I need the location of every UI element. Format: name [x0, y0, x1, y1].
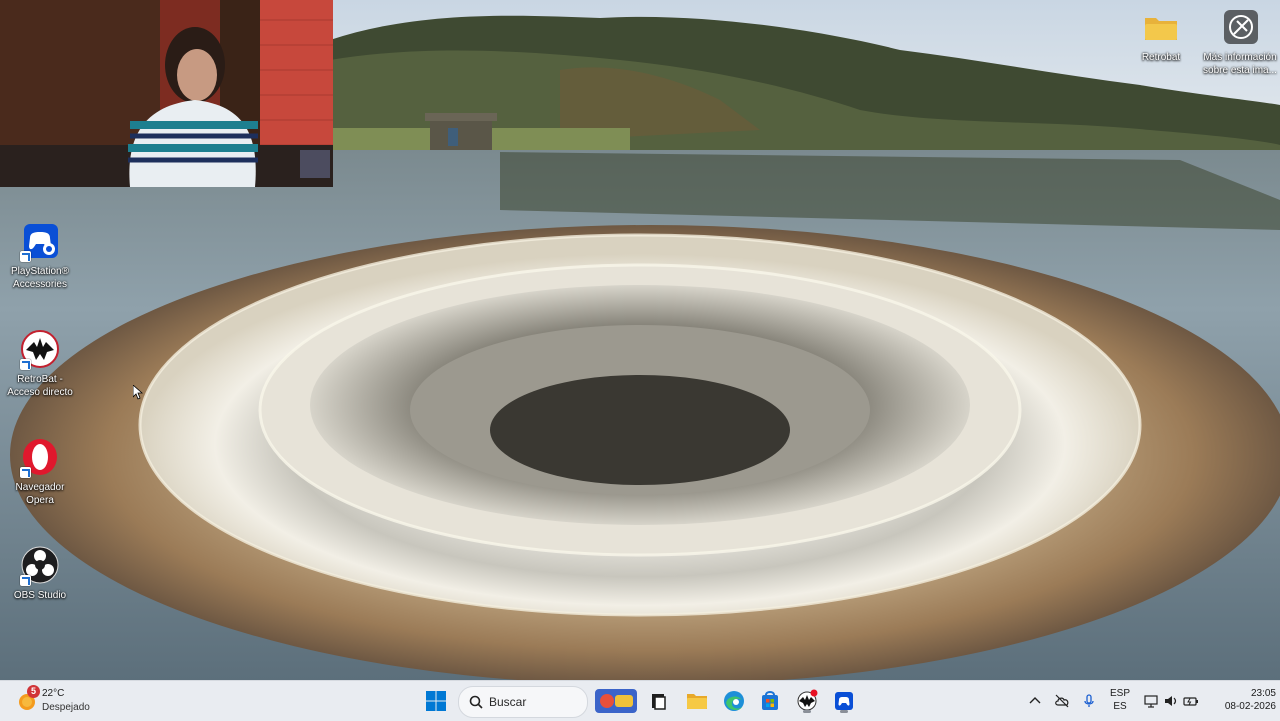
desktop-icon-playstation-accessories[interactable]: PlayStation® Accessories	[0, 222, 80, 291]
volume-icon[interactable]	[1163, 693, 1179, 709]
opera-icon	[20, 438, 60, 478]
shortcut-arrow-icon	[20, 251, 31, 262]
task-view-icon	[652, 694, 666, 710]
playstation-accessories-app-button[interactable]	[830, 687, 858, 715]
mouse-cursor-icon	[133, 385, 143, 400]
language-code: ESP	[1109, 688, 1130, 699]
desktop-icon-wallpaper-info[interactable]: Más información sobre esta ima...	[1200, 8, 1280, 77]
desktop-icon-obs-studio[interactable]: OBS Studio	[0, 546, 80, 602]
taskbar: 5 22°C Despejado Buscar ESP ES 23:05 08-…	[0, 680, 1280, 721]
search-highlight-art-icon	[595, 689, 637, 713]
task-view-button[interactable]	[644, 687, 672, 715]
desktop-icon-opera-browser[interactable]: Navegador Opera	[0, 438, 80, 507]
keyboard-layout-code: ES	[1113, 701, 1127, 712]
weather-condition: Despejado	[42, 702, 90, 713]
desktop-icon-label: Más información	[1203, 52, 1277, 63]
desktop-icon-label: OBS Studio	[13, 590, 67, 601]
camera-info-icon	[1220, 8, 1260, 48]
start-button[interactable]	[422, 687, 450, 715]
retrobat-icon	[20, 330, 60, 370]
show-hidden-icons-chevron-up-icon[interactable]	[1027, 693, 1043, 709]
folder-icon	[687, 694, 707, 709]
folder-icon	[1141, 8, 1181, 48]
running-indicator	[840, 710, 848, 713]
search-highlight-image[interactable]	[595, 689, 637, 713]
desktop-icon-label: sobre esta ima...	[1203, 65, 1277, 76]
webcam-overlay	[0, 0, 333, 187]
windows-logo-icon	[426, 691, 446, 711]
microphone-icon[interactable]	[1081, 693, 1097, 709]
desktop-icon-label: Opera	[26, 495, 54, 506]
desktop-icon-label: Navegador	[15, 482, 65, 493]
desktop-icon-label: Retrobat	[1141, 52, 1181, 63]
weather-temperature: 22°C	[42, 688, 65, 699]
shortcut-arrow-icon	[20, 467, 31, 478]
gamepad-settings-icon	[20, 222, 60, 262]
desktop-icon-label: Acceso directo	[7, 387, 73, 398]
store-icon	[762, 691, 778, 710]
desktop-icon-retrobat-folder[interactable]: Retrobat	[1121, 8, 1201, 64]
store-button[interactable]	[756, 687, 784, 715]
cloud-sync-off-icon[interactable]	[1054, 693, 1070, 709]
clock-date: 08-02-2026	[1224, 701, 1276, 712]
file-explorer-button[interactable]	[683, 687, 711, 715]
battery-charging-icon[interactable]	[1183, 693, 1199, 709]
input-language-indicator[interactable]: ESP ES	[1106, 688, 1134, 712]
desktop-icon-label: PlayStation®	[11, 266, 69, 277]
edge-icon	[724, 691, 744, 711]
edge-button[interactable]	[720, 687, 748, 715]
clock[interactable]: 23:05 08-02-2026	[1206, 688, 1276, 712]
search-icon	[469, 695, 483, 709]
network-icon[interactable]	[1143, 693, 1159, 709]
taskbar-search-box[interactable]: Buscar	[458, 686, 588, 718]
running-indicator	[803, 710, 811, 713]
shortcut-arrow-icon	[20, 359, 31, 370]
shortcut-arrow-icon	[20, 575, 31, 586]
desktop-icon-label: RetroBat -	[17, 374, 63, 385]
desktop-icon-label: Accessories	[13, 279, 67, 290]
obs-icon	[20, 546, 60, 586]
desktop-icon-retrobat-shortcut[interactable]: RetroBat - Acceso directo	[0, 330, 80, 399]
search-placeholder: Buscar	[489, 695, 527, 709]
clock-time: 23:05	[1250, 688, 1276, 699]
weather-badge: 5	[27, 685, 40, 698]
retrobat-app-button[interactable]	[793, 687, 821, 715]
